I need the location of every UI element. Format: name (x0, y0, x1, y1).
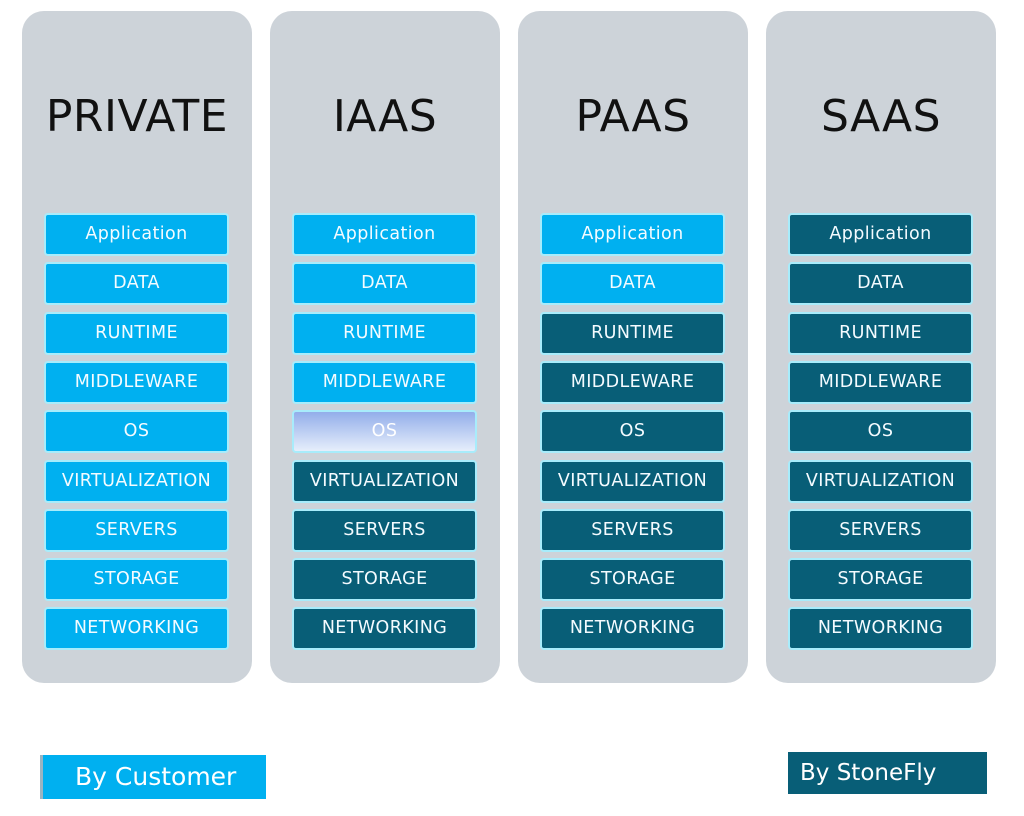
layer-virtualization: VIRTUALIZATION (788, 459, 973, 503)
layer-networking: NETWORKING (44, 607, 229, 651)
layer-middleware: MIDDLEWARE (788, 360, 973, 404)
layer-os: OS (292, 410, 477, 454)
layer-data: DATA (44, 262, 229, 306)
layer-servers: SERVERS (540, 508, 725, 552)
layer-os: OS (44, 410, 229, 454)
layer-virtualization: VIRTUALIZATION (44, 459, 229, 503)
layer-middleware: MIDDLEWARE (292, 360, 477, 404)
layer-middleware: MIDDLEWARE (44, 360, 229, 404)
layer-storage: STORAGE (540, 558, 725, 602)
layer-middleware: MIDDLEWARE (540, 360, 725, 404)
layer-servers: SERVERS (788, 508, 973, 552)
column-private: PRIVATE Application DATA RUNTIME MIDDLEWARE O… (22, 11, 252, 683)
column-title: IAAS (332, 91, 438, 142)
layer-runtime: RUNTIME (788, 311, 973, 355)
layer-application: Application (788, 213, 973, 256)
layer-os: OS (788, 410, 973, 454)
column-title: PRIVATE (45, 91, 229, 142)
layer-servers: SERVERS (292, 508, 477, 552)
layer-runtime: RUNTIME (540, 311, 725, 355)
legend-by-stonefly: By StoneFly (788, 752, 987, 794)
layer-application: Application (44, 213, 229, 256)
layer-virtualization: VIRTUALIZATION (292, 459, 477, 503)
layer-storage: STORAGE (788, 558, 973, 602)
legend-by-stonefly-label: By StoneFly (800, 760, 937, 786)
column-title: SAAS (820, 91, 942, 142)
legend-by-customer-label: By Customer (75, 762, 237, 791)
layer-runtime: RUNTIME (44, 311, 229, 355)
column-saas: SAAS Application DATA RUNTIME MIDDLEWARE OS VI… (766, 11, 996, 683)
column-title: PAAS (575, 91, 691, 142)
layer-application: Application (292, 213, 477, 256)
layer-storage: STORAGE (44, 558, 229, 602)
layer-application: Application (540, 213, 725, 256)
column-iaas: IAAS Application DATA RUNTIME MIDDLEWARE OS VI… (270, 11, 500, 683)
layer-data: DATA (540, 262, 725, 306)
legend-by-customer: By Customer (40, 755, 266, 799)
layer-runtime: RUNTIME (292, 311, 477, 355)
layer-networking: NETWORKING (540, 607, 725, 651)
layer-servers: SERVERS (44, 508, 229, 552)
layer-storage: STORAGE (292, 558, 477, 602)
layer-data: DATA (292, 262, 477, 306)
layer-virtualization: VIRTUALIZATION (540, 459, 725, 503)
column-paas: PAAS Application DATA RUNTIME MIDDLEWARE OS VI… (518, 11, 748, 683)
layer-data: DATA (788, 262, 973, 306)
layer-networking: NETWORKING (292, 607, 477, 651)
layer-os: OS (540, 410, 725, 454)
layer-networking: NETWORKING (788, 607, 973, 651)
